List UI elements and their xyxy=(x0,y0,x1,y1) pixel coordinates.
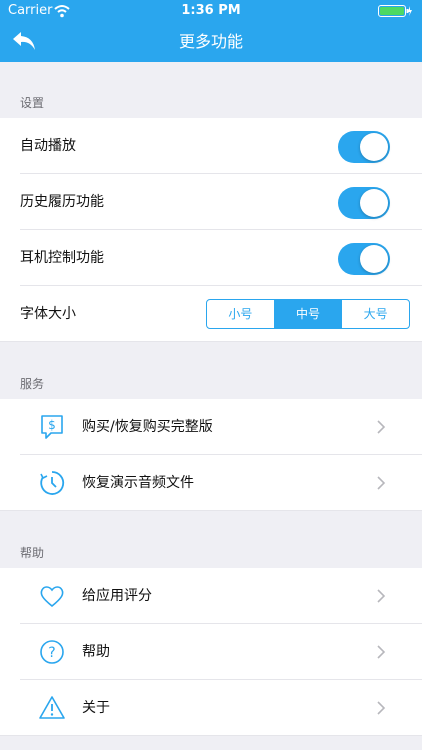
chevron-right-icon xyxy=(377,645,386,659)
setting-label: 字体大小 xyxy=(20,306,76,322)
help-label: 关于 xyxy=(82,700,110,716)
question-icon: ? xyxy=(40,640,64,664)
chevron-right-icon xyxy=(377,476,386,490)
font-size-medium[interactable]: 中号 xyxy=(273,300,342,328)
font-size-small[interactable]: 小号 xyxy=(207,300,274,328)
battery-icon xyxy=(378,5,412,17)
service-row-purchase[interactable]: $ 购买/恢复购买完整版 xyxy=(0,399,422,455)
warning-icon xyxy=(39,696,65,719)
section-header-settings: 设置 xyxy=(20,96,45,110)
chevron-right-icon xyxy=(377,701,386,715)
help-row-rate[interactable]: 给应用评分 xyxy=(0,568,422,624)
section-header-service: 服务 xyxy=(20,377,45,391)
setting-row-history: 历史履历功能 xyxy=(0,174,422,230)
setting-row-font-size: 字体大小 小号 中号 大号 xyxy=(0,286,422,342)
setting-label: 历史履历功能 xyxy=(20,194,104,210)
setting-label: 自动播放 xyxy=(20,138,76,154)
headphone-control-toggle[interactable] xyxy=(338,243,390,275)
dollar-chat-icon: $ xyxy=(41,415,63,439)
restore-clock-icon xyxy=(40,471,65,495)
status-bar: Carrier 1:36 PM xyxy=(0,0,422,22)
status-time: 1:36 PM xyxy=(181,3,241,18)
chevron-right-icon xyxy=(377,589,386,603)
section-header-help: 帮助 xyxy=(20,546,45,560)
service-label: 购买/恢复购买完整版 xyxy=(82,419,213,435)
svg-text:?: ? xyxy=(48,645,55,661)
font-size-segmented-control: 小号 中号 大号 xyxy=(206,299,410,329)
setting-row-autoplay: 自动播放 xyxy=(0,118,422,174)
chevron-right-icon xyxy=(377,420,386,434)
nav-bar: 更多功能 xyxy=(0,22,422,62)
service-label: 恢复演示音频文件 xyxy=(82,475,194,491)
history-toggle[interactable] xyxy=(338,187,390,219)
app-header: Carrier 1:36 PM 更多功能 xyxy=(0,0,422,62)
help-row-about[interactable]: 关于 xyxy=(0,680,422,736)
setting-label: 耳机控制功能 xyxy=(20,250,104,266)
help-label: 帮助 xyxy=(82,644,110,660)
setting-row-headphone: 耳机控制功能 xyxy=(0,230,422,286)
autoplay-toggle[interactable] xyxy=(338,131,390,163)
help-label: 给应用评分 xyxy=(82,588,152,604)
svg-text:$: $ xyxy=(48,418,56,432)
font-size-large[interactable]: 大号 xyxy=(341,300,409,328)
help-row-help[interactable]: ? 帮助 xyxy=(0,624,422,680)
heart-icon xyxy=(40,586,64,608)
page-title: 更多功能 xyxy=(178,32,243,51)
service-row-restore-audio[interactable]: 恢复演示音频文件 xyxy=(0,455,422,511)
